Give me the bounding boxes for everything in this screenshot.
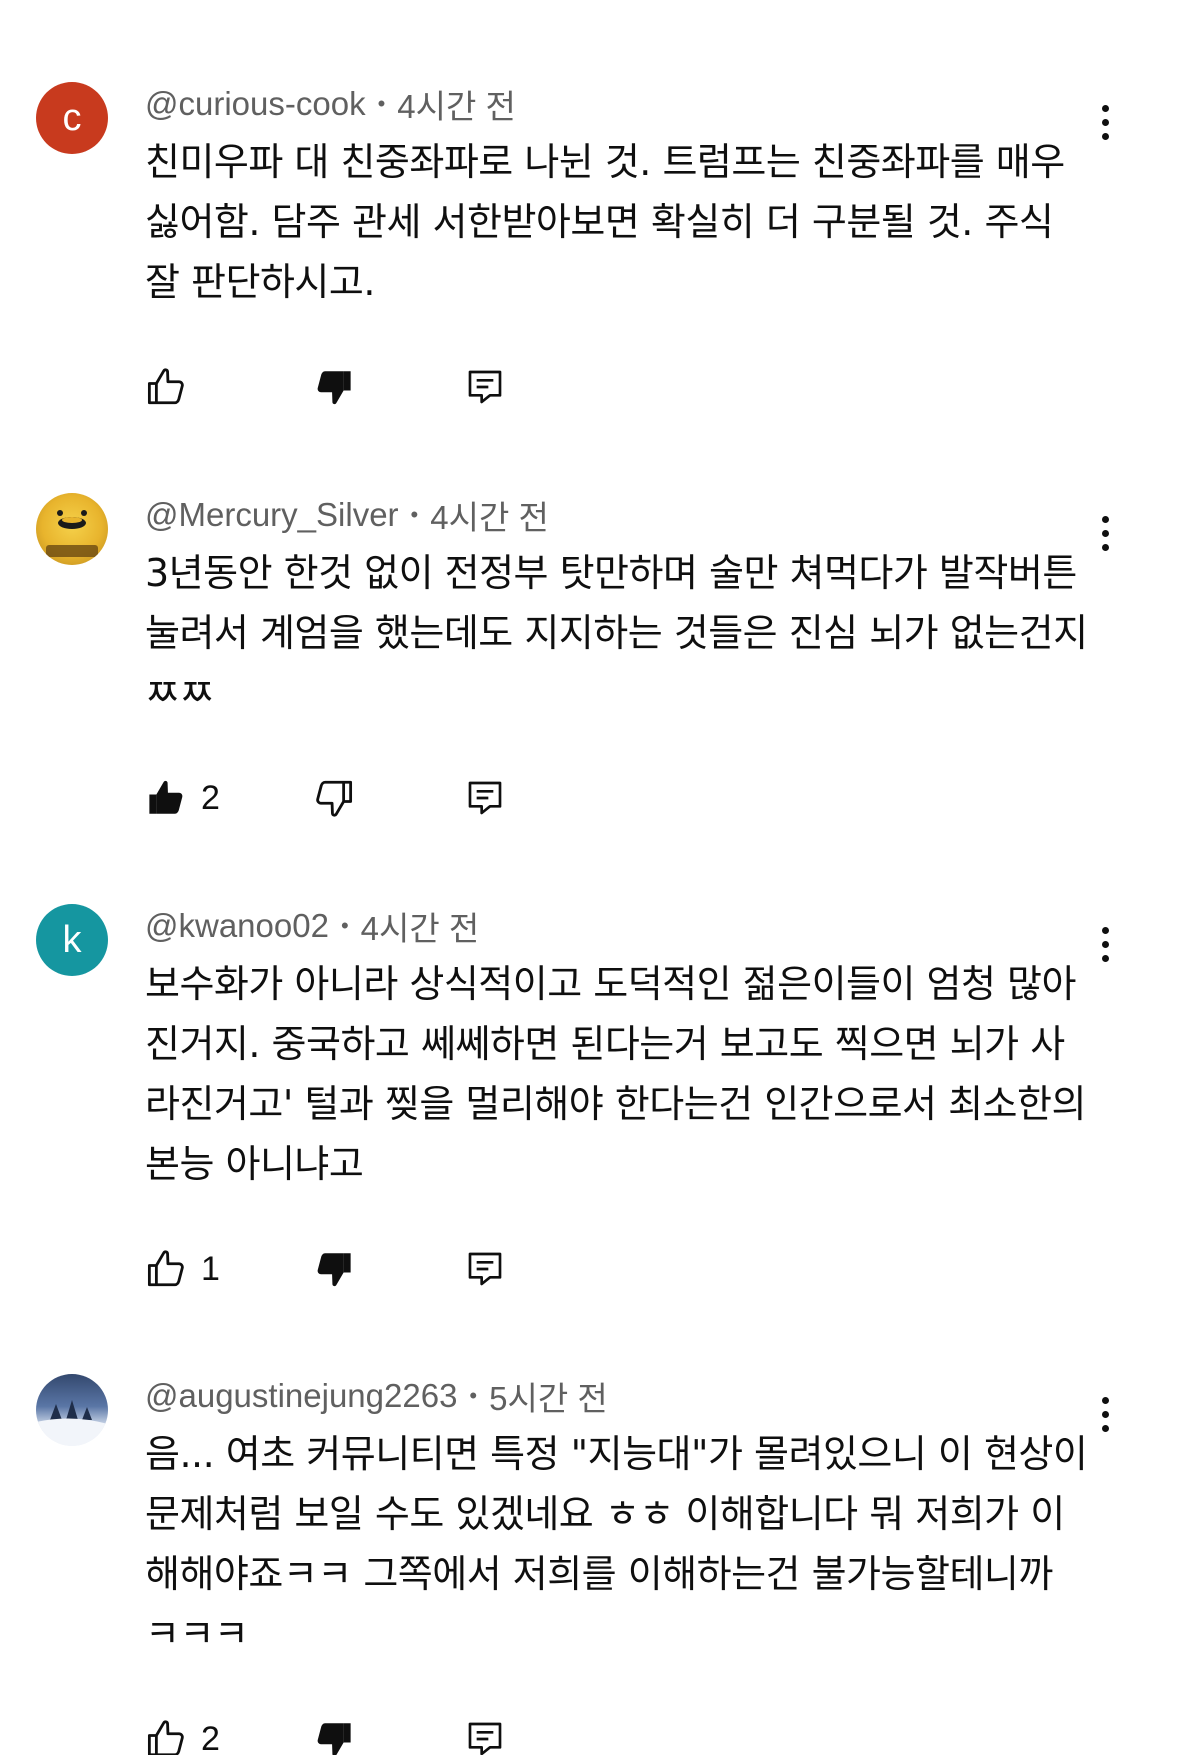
reply-button[interactable] [465,773,505,823]
duck-avatar-image [46,510,98,557]
comment-actions: 1 [145,1244,545,1294]
thumb-down-icon [317,371,351,405]
meta-separator: • [410,502,419,527]
reply-button[interactable] [465,1244,505,1294]
comment-meta: @Mercury_Silver • 4시간 전 [145,493,549,537]
meta-separator: • [377,91,386,116]
thumb-down-icon [316,780,353,817]
dislike-button[interactable] [313,773,355,823]
comment-meta: @curious-cook • 4시간 전 [145,82,516,126]
like-button[interactable]: 2 [145,773,220,823]
reply-icon [468,781,502,815]
like-button[interactable] [145,362,201,412]
avatar[interactable]: k [36,904,108,976]
like-count: 2 [201,1719,220,1755]
thumb-up-icon [149,780,183,814]
thumb-up-icon [147,1250,184,1287]
dislike-button[interactable] [313,362,355,412]
comment-time[interactable]: 5시간 전 [489,1372,608,1420]
avatar[interactable] [36,493,108,565]
dislike-button[interactable] [313,1714,355,1755]
comment-text: 3년동안 한것 없이 전정부 탓만하며 술만 쳐먹다가 발작버튼 눌려서 계엄을… [145,551,1088,715]
reply-icon [468,1722,502,1755]
thumb-up-icon [147,1720,184,1755]
thumb-up-icon [147,368,184,405]
comment-actions: 2 [145,1714,545,1755]
comment-actions [145,362,545,412]
avatar-letter: k [62,918,82,961]
meta-separator: • [340,913,349,938]
dislike-button[interactable] [313,1244,355,1294]
like-button[interactable]: 1 [145,1244,220,1294]
avatar-letter: c [62,96,82,139]
author-handle[interactable]: @Mercury_Silver [145,496,399,534]
reply-icon [468,1252,502,1286]
like-button[interactable]: 2 [145,1714,220,1755]
avatar[interactable]: c [36,82,108,154]
author-handle[interactable]: @kwanoo02 [145,907,329,945]
thumb-down-icon [317,1723,351,1755]
comment-list: c @curious-cook • 4시간 전 친미우파 대 친중좌파로 나뉜 … [0,0,1179,1755]
like-count: 1 [201,1249,220,1288]
comment-meta: @augustinejung2263 • 5시간 전 [145,1374,608,1418]
comment-time[interactable]: 4시간 전 [361,902,480,950]
comment-time[interactable]: 4시간 전 [397,80,516,128]
reply-button[interactable] [465,362,505,412]
comment-time[interactable]: 4시간 전 [430,491,549,539]
comment-meta: @kwanoo02 • 4시간 전 [145,904,479,948]
author-handle[interactable]: @augustinejung2263 [145,1377,457,1415]
author-handle[interactable]: @curious-cook [145,85,366,123]
comment-text: 친미우파 대 친중좌파로 나뉜 것. 트럼프는 친중좌파를 매우 싫어함. 담주… [145,140,1065,304]
meta-separator: • [469,1383,478,1408]
thumb-down-icon [317,1253,351,1287]
comment-text: 음... 여초 커뮤니티면 특정 "지능대"가 몰려있으니 이 현상이 문제처럼… [145,1432,1088,1656]
like-count: 2 [201,778,220,817]
comment-actions: 2 [145,773,545,823]
avatar[interactable] [36,1374,108,1446]
reply-icon [468,370,502,404]
comment-text: 보수화가 아니라 상식적이고 도덕적인 젊은이들이 엄청 많아진거지. 중국하고… [145,962,1086,1186]
winter-avatar-image [36,1400,108,1446]
reply-button[interactable] [465,1714,505,1755]
